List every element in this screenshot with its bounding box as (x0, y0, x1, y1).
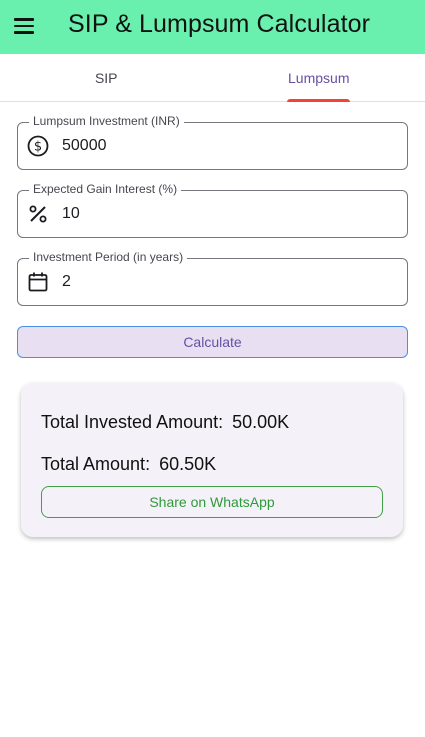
tab-bar: SIP Lumpsum (0, 54, 425, 102)
dollar-circle-icon: $ (26, 134, 50, 158)
invested-row: Total Invested Amount: 50.00K (41, 412, 289, 433)
interest-field[interactable]: Expected Gain Interest (%) (17, 182, 408, 238)
svg-text:$: $ (34, 140, 42, 155)
invested-label: Total Invested Amount: (41, 412, 224, 432)
total-value: 60.50K (159, 454, 217, 474)
tab-lumpsum[interactable]: Lumpsum (213, 54, 425, 102)
tab-sip[interactable]: SIP (0, 54, 213, 101)
period-input[interactable] (62, 273, 362, 291)
menu-icon[interactable] (14, 15, 36, 37)
total-row: Total Amount: 60.50K (41, 454, 216, 475)
period-field-label: Investment Period (in years) (29, 250, 188, 264)
investment-input[interactable] (62, 137, 362, 155)
interest-input[interactable] (62, 205, 362, 223)
total-label: Total Amount: (41, 454, 151, 474)
app-title: SIP & Lumpsum Calculator (68, 10, 371, 38)
calendar-icon (26, 270, 50, 294)
calculate-button[interactable]: Calculate (17, 326, 408, 358)
invested-value: 50.00K (232, 412, 290, 432)
share-whatsapp-button[interactable]: Share on WhatsApp (41, 486, 383, 518)
tab-sip-label: SIP (94, 69, 118, 86)
app-bar: SIP & Lumpsum Calculator (0, 0, 425, 54)
tab-indicator (287, 99, 351, 102)
investment-field[interactable]: Lumpsum Investment (INR) $ (17, 114, 408, 170)
interest-field-label: Expected Gain Interest (%) (29, 182, 182, 196)
investment-field-label: Lumpsum Investment (INR) (29, 114, 184, 128)
percent-icon (26, 202, 50, 226)
results-card: Total Invested Amount: 50.00K Total Amou… (21, 383, 403, 537)
tab-lumpsum-label: Lumpsum (288, 69, 350, 86)
period-field[interactable]: Investment Period (in years) (17, 250, 408, 306)
